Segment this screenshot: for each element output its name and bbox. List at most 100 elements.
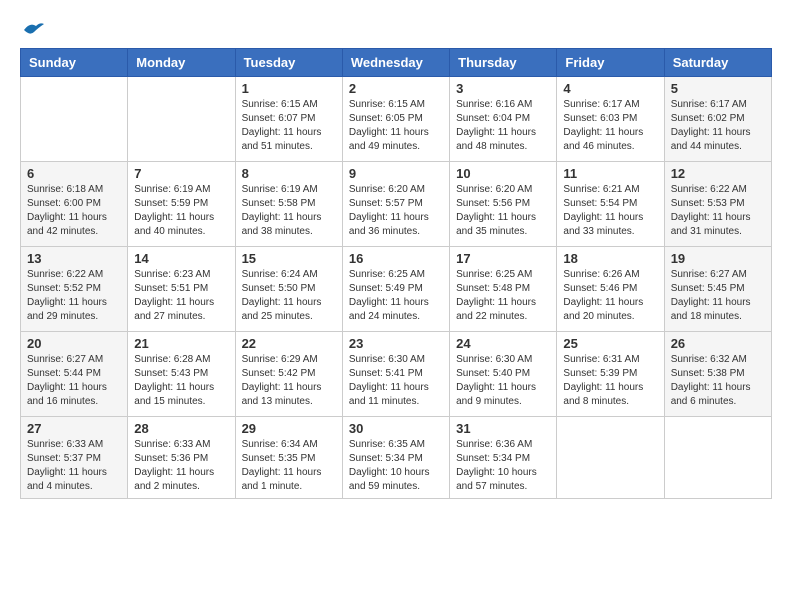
calendar-cell: 26 Sunrise: 6:32 AM Sunset: 5:38 PM Dayli… xyxy=(664,332,771,417)
header-tuesday: Tuesday xyxy=(235,49,342,77)
calendar-cell: 2 Sunrise: 6:15 AM Sunset: 6:05 PM Daylig… xyxy=(342,77,449,162)
day-info: Sunrise: 6:33 AM Sunset: 5:37 PM Dayligh… xyxy=(27,438,121,494)
day-number: 1 xyxy=(242,81,336,96)
day-info: Sunrise: 6:18 AM Sunset: 6:00 PM Dayligh… xyxy=(27,183,121,239)
calendar-cell: 10Sunrise: 6:20 AM Sunset: 5:56 PM Dayli… xyxy=(450,162,557,247)
day-info: Sunrise: 6:21 AM Sunset: 5:54 PM Dayligh… xyxy=(563,183,657,239)
day-number: 7 xyxy=(134,166,228,181)
day-info: Sunrise: 6:20 AM Sunset: 5:57 PM Dayligh… xyxy=(349,183,443,239)
header-thursday: Thursday xyxy=(450,49,557,77)
day-info: Sunrise: 6:29 AM Sunset: 5:42 PM Dayligh… xyxy=(242,353,336,409)
day-info: Sunrise: 6:30 AM Sunset: 5:41 PM Dayligh… xyxy=(349,353,443,409)
day-number: 9 xyxy=(349,166,443,181)
calendar-week-2: 6 Sunrise: 6:18 AM Sunset: 6:00 PM Daylig… xyxy=(21,162,772,247)
day-info: Sunrise: 6:15 AM Sunset: 6:07 PM Dayligh… xyxy=(242,98,336,154)
day-info: Sunrise: 6:17 AM Sunset: 6:02 PM Dayligh… xyxy=(671,98,765,154)
logo xyxy=(20,20,44,38)
calendar-cell: 4 Sunrise: 6:17 AM Sunset: 6:03 PM Daylig… xyxy=(557,77,664,162)
day-info: Sunrise: 6:34 AM Sunset: 5:35 PM Dayligh… xyxy=(242,438,336,494)
day-info: Sunrise: 6:26 AM Sunset: 5:46 PM Dayligh… xyxy=(563,268,657,324)
calendar-cell: 29 Sunrise: 6:34 AM Sunset: 5:35 PM Dayli… xyxy=(235,417,342,499)
calendar-cell: 3 Sunrise: 6:16 AM Sunset: 6:04 PM Daylig… xyxy=(450,77,557,162)
calendar-cell: 17 Sunrise: 6:25 AM Sunset: 5:48 PM Dayli… xyxy=(450,247,557,332)
day-info: Sunrise: 6:25 AM Sunset: 5:48 PM Dayligh… xyxy=(456,268,550,324)
day-info: Sunrise: 6:31 AM Sunset: 5:39 PM Dayligh… xyxy=(563,353,657,409)
calendar-cell: 31Sunrise: 6:36 AM Sunset: 5:34 PM Dayli… xyxy=(450,417,557,499)
calendar-cell: 25 Sunrise: 6:31 AM Sunset: 5:39 PM Dayli… xyxy=(557,332,664,417)
day-number: 2 xyxy=(349,81,443,96)
day-info: Sunrise: 6:19 AM Sunset: 5:58 PM Dayligh… xyxy=(242,183,336,239)
day-number: 13 xyxy=(27,251,121,266)
calendar-cell: 23 Sunrise: 6:30 AM Sunset: 5:41 PM Dayli… xyxy=(342,332,449,417)
header-monday: Monday xyxy=(128,49,235,77)
calendar-cell: 16Sunrise: 6:25 AM Sunset: 5:49 PM Dayli… xyxy=(342,247,449,332)
day-info: Sunrise: 6:27 AM Sunset: 5:45 PM Dayligh… xyxy=(671,268,765,324)
logo-bird-icon xyxy=(22,20,44,38)
calendar-cell: 21Sunrise: 6:28 AM Sunset: 5:43 PM Dayli… xyxy=(128,332,235,417)
day-number: 17 xyxy=(456,251,550,266)
day-info: Sunrise: 6:22 AM Sunset: 5:53 PM Dayligh… xyxy=(671,183,765,239)
calendar-cell: 9 Sunrise: 6:20 AM Sunset: 5:57 PM Daylig… xyxy=(342,162,449,247)
calendar-week-1: 1 Sunrise: 6:15 AM Sunset: 6:07 PM Daylig… xyxy=(21,77,772,162)
day-number: 12 xyxy=(671,166,765,181)
day-number: 26 xyxy=(671,336,765,351)
calendar-cell: 7 Sunrise: 6:19 AM Sunset: 5:59 PM Daylig… xyxy=(128,162,235,247)
calendar-week-3: 13 Sunrise: 6:22 AM Sunset: 5:52 PM Dayli… xyxy=(21,247,772,332)
calendar-cell: 6 Sunrise: 6:18 AM Sunset: 6:00 PM Daylig… xyxy=(21,162,128,247)
calendar-cell xyxy=(664,417,771,499)
day-info: Sunrise: 6:15 AM Sunset: 6:05 PM Dayligh… xyxy=(349,98,443,154)
day-info: Sunrise: 6:20 AM Sunset: 5:56 PM Dayligh… xyxy=(456,183,550,239)
calendar-cell xyxy=(128,77,235,162)
header-friday: Friday xyxy=(557,49,664,77)
calendar-cell: 18 Sunrise: 6:26 AM Sunset: 5:46 PM Dayli… xyxy=(557,247,664,332)
day-number: 16 xyxy=(349,251,443,266)
day-info: Sunrise: 6:28 AM Sunset: 5:43 PM Dayligh… xyxy=(134,353,228,409)
calendar-cell: 27 Sunrise: 6:33 AM Sunset: 5:37 PM Dayli… xyxy=(21,417,128,499)
day-number: 29 xyxy=(242,421,336,436)
day-number: 27 xyxy=(27,421,121,436)
calendar-header-row: SundayMondayTuesdayWednesdayThursdayFrid… xyxy=(21,49,772,77)
calendar-cell: 24 Sunrise: 6:30 AM Sunset: 5:40 PM Dayli… xyxy=(450,332,557,417)
header-sunday: Sunday xyxy=(21,49,128,77)
day-number: 24 xyxy=(456,336,550,351)
calendar-cell: 5 Sunrise: 6:17 AM Sunset: 6:02 PM Daylig… xyxy=(664,77,771,162)
day-info: Sunrise: 6:23 AM Sunset: 5:51 PM Dayligh… xyxy=(134,268,228,324)
calendar-cell: 13 Sunrise: 6:22 AM Sunset: 5:52 PM Dayli… xyxy=(21,247,128,332)
day-number: 5 xyxy=(671,81,765,96)
day-number: 11 xyxy=(563,166,657,181)
day-info: Sunrise: 6:32 AM Sunset: 5:38 PM Dayligh… xyxy=(671,353,765,409)
calendar-cell: 1 Sunrise: 6:15 AM Sunset: 6:07 PM Daylig… xyxy=(235,77,342,162)
day-info: Sunrise: 6:24 AM Sunset: 5:50 PM Dayligh… xyxy=(242,268,336,324)
calendar-cell: 28 Sunrise: 6:33 AM Sunset: 5:36 PM Dayli… xyxy=(128,417,235,499)
calendar-cell: 22 Sunrise: 6:29 AM Sunset: 5:42 PM Dayli… xyxy=(235,332,342,417)
calendar-week-4: 20Sunrise: 6:27 AM Sunset: 5:44 PM Dayli… xyxy=(21,332,772,417)
calendar-cell: 19Sunrise: 6:27 AM Sunset: 5:45 PM Dayli… xyxy=(664,247,771,332)
calendar-week-5: 27 Sunrise: 6:33 AM Sunset: 5:37 PM Dayli… xyxy=(21,417,772,499)
day-info: Sunrise: 6:27 AM Sunset: 5:44 PM Dayligh… xyxy=(27,353,121,409)
day-info: Sunrise: 6:17 AM Sunset: 6:03 PM Dayligh… xyxy=(563,98,657,154)
day-info: Sunrise: 6:22 AM Sunset: 5:52 PM Dayligh… xyxy=(27,268,121,324)
calendar-cell xyxy=(21,77,128,162)
header-wednesday: Wednesday xyxy=(342,49,449,77)
day-info: Sunrise: 6:33 AM Sunset: 5:36 PM Dayligh… xyxy=(134,438,228,494)
calendar-cell: 11 Sunrise: 6:21 AM Sunset: 5:54 PM Dayli… xyxy=(557,162,664,247)
day-number: 30 xyxy=(349,421,443,436)
day-number: 23 xyxy=(349,336,443,351)
day-number: 22 xyxy=(242,336,336,351)
day-number: 18 xyxy=(563,251,657,266)
day-number: 14 xyxy=(134,251,228,266)
day-number: 15 xyxy=(242,251,336,266)
calendar-cell: 8Sunrise: 6:19 AM Sunset: 5:58 PM Daylig… xyxy=(235,162,342,247)
calendar-table: SundayMondayTuesdayWednesdayThursdayFrid… xyxy=(20,48,772,499)
day-info: Sunrise: 6:30 AM Sunset: 5:40 PM Dayligh… xyxy=(456,353,550,409)
calendar-cell: 20Sunrise: 6:27 AM Sunset: 5:44 PM Dayli… xyxy=(21,332,128,417)
day-info: Sunrise: 6:35 AM Sunset: 5:34 PM Dayligh… xyxy=(349,438,443,494)
day-info: Sunrise: 6:16 AM Sunset: 6:04 PM Dayligh… xyxy=(456,98,550,154)
calendar-cell: 15 Sunrise: 6:24 AM Sunset: 5:50 PM Dayli… xyxy=(235,247,342,332)
day-number: 4 xyxy=(563,81,657,96)
day-number: 28 xyxy=(134,421,228,436)
day-number: 6 xyxy=(27,166,121,181)
day-info: Sunrise: 6:19 AM Sunset: 5:59 PM Dayligh… xyxy=(134,183,228,239)
day-number: 3 xyxy=(456,81,550,96)
day-number: 25 xyxy=(563,336,657,351)
